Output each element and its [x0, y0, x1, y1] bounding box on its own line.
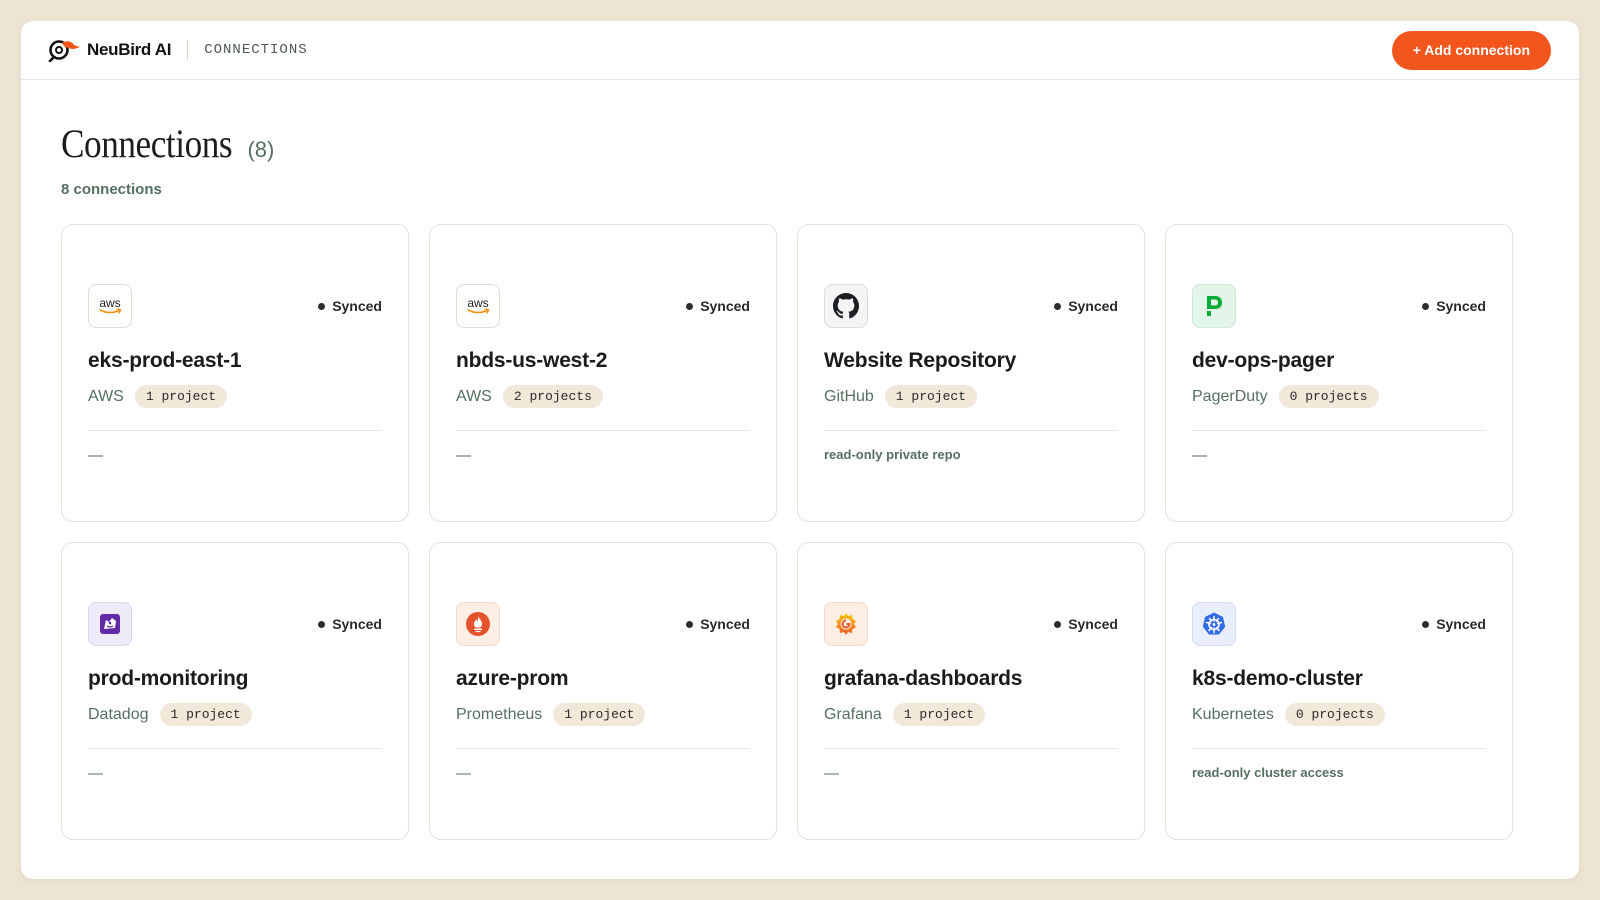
connection-card[interactable]: Synced k8s-demo-cluster Kubernetes 0 pro…	[1165, 542, 1513, 840]
projects-badge: 1 project	[159, 703, 252, 726]
connection-card[interactable]: Synced dev-ops-pager PagerDuty 0 project…	[1165, 224, 1513, 522]
divider	[187, 40, 189, 60]
svg-text:aws: aws	[467, 296, 488, 310]
status-label: Synced	[1068, 298, 1118, 314]
card-divider	[88, 748, 382, 749]
provider-label: Prometheus	[456, 705, 543, 723]
status-badge: Synced	[686, 298, 750, 314]
card-divider	[456, 430, 750, 431]
main-content: Connections (8) 8 connections aws Synced…	[21, 80, 1579, 840]
projects-badge: 1 project	[553, 703, 646, 726]
connection-card[interactable]: aws Synced nbds-us-west-2 AWS 2 projects	[429, 224, 777, 522]
top-bar: NeuBird AI CONNECTIONS + Add connection	[21, 21, 1579, 80]
status-badge: Synced	[1054, 616, 1118, 632]
provider-label: Grafana	[824, 705, 882, 723]
connection-note: —	[88, 447, 103, 464]
brand[interactable]: NeuBird AI	[48, 38, 172, 62]
page-title: Connections	[61, 121, 233, 166]
status-label: Synced	[1068, 616, 1118, 632]
status-dot-icon	[1422, 620, 1430, 628]
svg-text:aws: aws	[99, 296, 120, 310]
card-divider	[824, 430, 1118, 431]
aws-icon: aws	[456, 284, 500, 328]
status-label: Synced	[1436, 616, 1486, 632]
card-divider	[1192, 430, 1486, 431]
connection-card[interactable]: aws Synced eks-prod-east-1 AWS 1 project	[61, 224, 409, 522]
connection-note: read-only private repo	[824, 447, 961, 462]
title-count: (8)	[247, 137, 275, 162]
connection-name: grafana-dashboards	[824, 667, 1023, 690]
status-dot-icon	[318, 302, 326, 310]
projects-badge: 1 project	[892, 703, 986, 726]
connection-name: dev-ops-pager	[1192, 349, 1335, 372]
status-label: Synced	[700, 616, 750, 632]
add-connection-button[interactable]: + Add connection	[1391, 30, 1551, 70]
status-dot-icon	[686, 620, 694, 628]
connection-note: —	[88, 765, 103, 782]
connection-card[interactable]: Synced Website Repository GitHub 1 proje…	[797, 224, 1145, 522]
status-badge: Synced	[1422, 298, 1486, 314]
provider-label: Datadog	[88, 705, 149, 723]
provider-label: AWS	[88, 387, 124, 405]
status-badge: Synced	[318, 616, 382, 632]
neubird-logo-icon	[48, 40, 80, 62]
connection-name: azure-prom	[456, 667, 569, 690]
status-label: Synced	[1436, 298, 1486, 314]
kubernetes-icon	[1192, 602, 1236, 646]
card-divider	[824, 748, 1118, 749]
aws-icon: aws	[88, 284, 132, 328]
provider-label: GitHub	[824, 387, 874, 405]
card-divider	[88, 430, 382, 431]
status-dot-icon	[318, 620, 326, 628]
connection-name: Website Repository	[824, 349, 1017, 372]
projects-badge: 0 projects	[1278, 385, 1379, 408]
status-dot-icon	[1054, 620, 1062, 628]
connection-card[interactable]: Synced grafana-dashboards Grafana 1 proj…	[797, 542, 1145, 840]
status-badge: Synced	[1422, 616, 1486, 632]
card-divider	[1192, 748, 1486, 749]
connection-name: eks-prod-east-1	[88, 349, 242, 372]
status-badge: Synced	[318, 298, 382, 314]
connection-name: prod-monitoring	[88, 667, 249, 690]
prometheus-icon	[456, 602, 500, 646]
datadog-icon	[88, 602, 132, 646]
connections-grid: aws Synced eks-prod-east-1 AWS 1 project	[61, 224, 1539, 840]
status-label: Synced	[332, 298, 382, 314]
connection-card[interactable]: Synced azure-prom Prometheus 1 project —	[429, 542, 777, 840]
connection-note: —	[456, 765, 471, 782]
connection-note: read-only cluster access	[1192, 765, 1344, 780]
status-badge: Synced	[686, 616, 750, 632]
section-label: CONNECTIONS	[204, 42, 308, 58]
connection-name: k8s-demo-cluster	[1192, 667, 1363, 690]
status-dot-icon	[1422, 302, 1430, 310]
provider-label: PagerDuty	[1192, 387, 1268, 405]
connection-card[interactable]: Synced prod-monitoring Datadog 1 project…	[61, 542, 409, 840]
provider-label: AWS	[456, 387, 492, 405]
app-window: NeuBird AI CONNECTIONS + Add connection …	[21, 21, 1579, 879]
projects-badge: 1 project	[884, 385, 978, 408]
provider-label: Kubernetes	[1192, 705, 1274, 723]
connection-note: —	[456, 447, 471, 464]
card-divider	[456, 748, 750, 749]
projects-badge: 1 project	[134, 385, 228, 408]
github-icon	[824, 284, 868, 328]
brand-name: NeuBird AI	[87, 40, 172, 59]
projects-badge: 2 projects	[502, 385, 603, 408]
status-dot-icon	[686, 302, 694, 310]
connection-name: nbds-us-west-2	[456, 349, 608, 372]
projects-badge: 0 projects	[1284, 703, 1385, 726]
status-badge: Synced	[1054, 298, 1118, 314]
pagerduty-icon	[1192, 284, 1236, 328]
grafana-icon	[824, 602, 868, 646]
title-row: Connections (8)	[61, 120, 1539, 167]
status-dot-icon	[1054, 302, 1062, 310]
status-label: Synced	[700, 298, 750, 314]
connection-note: —	[824, 765, 839, 782]
status-label: Synced	[332, 616, 382, 632]
connection-note: —	[1192, 447, 1207, 464]
connection-count-subtitle: 8 connections	[61, 181, 162, 198]
